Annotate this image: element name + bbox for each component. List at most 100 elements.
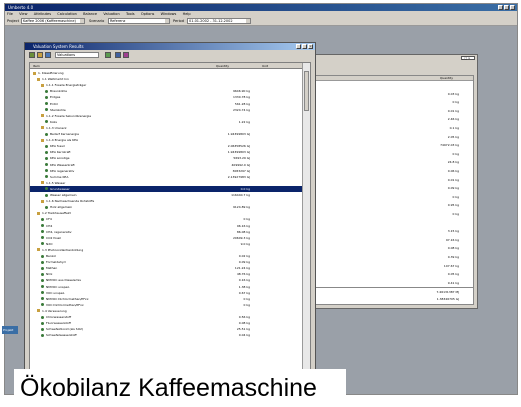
minimize-icon[interactable] — [498, 5, 503, 10]
tree-folder-row[interactable]: 1.1 Weltmarkt Inn — [30, 76, 302, 82]
tree-folder-row[interactable]: 1.3 Photooxidantienbildung — [30, 247, 302, 253]
menu-options[interactable]: Options — [141, 12, 155, 16]
menu-help[interactable]: Help — [183, 12, 191, 16]
minimized-project-window[interactable]: Projekt — [2, 326, 18, 334]
tree-folder-row[interactable]: 1.1.1 Fossile Energieträger — [30, 82, 302, 88]
scrollbar-thumb[interactable] — [304, 71, 309, 111]
row-label: KEA Kernkraft — [45, 149, 71, 155]
tree-item-row[interactable]: KEA sonstige 5693.29 GJ — [30, 155, 302, 161]
tree-folder-row[interactable]: 1.1.5 Wasser — [30, 180, 302, 186]
tree-item-row[interactable]: Benzol 0.02 kg — [30, 253, 302, 259]
chevron-down-icon[interactable] — [165, 19, 169, 23]
tree-item-row[interactable]: VOC Dichlormethan/PFxx 0 kg — [30, 302, 302, 308]
tree-folder-row[interactable]: 1.2 Treibhauseffekt — [30, 210, 302, 216]
menu-windows[interactable]: Windows — [161, 12, 177, 16]
tree-item-row[interactable]: Schwefelwasserstoff 0.04 kg — [30, 332, 302, 338]
menu-balance[interactable]: Balance — [83, 12, 97, 16]
tree-item-row[interactable]: Koks 1.22 kg — [30, 119, 302, 125]
tree-folder-row[interactable]: 1. Klassifizierung — [30, 70, 302, 76]
tree-folder-row[interactable]: 1.1.6 Nachwachsende Rohstoffe — [30, 198, 302, 204]
row-quantity: 0.0 kg — [240, 186, 250, 191]
row-label: NOx — [41, 271, 52, 277]
valuation-select[interactable]: Valuations — [55, 52, 99, 58]
valuation-results-window[interactable]: Valuation System Results × Valuations It… — [24, 42, 316, 387]
close-icon[interactable]: × — [308, 44, 313, 49]
project-select[interactable]: Kaffee 2006 (Kaffeemaschine) — [21, 18, 85, 24]
export-icon[interactable] — [123, 52, 129, 58]
tree-view-icon[interactable] — [29, 52, 35, 58]
tree-item-row[interactable]: NOx 48.76 kg — [30, 271, 302, 277]
maximize-icon[interactable] — [504, 5, 509, 10]
tree-item-row[interactable]: Erdgas 1330.78 kg — [30, 94, 302, 100]
tree-item-row[interactable]: CH4 96.16 kg — [30, 223, 302, 229]
row-label: Erdgas — [45, 94, 60, 100]
row-label: 1.4 Versauerung — [37, 308, 67, 314]
tree-item-row[interactable]: NMVOC aus Dieselemis 0.16 kg — [30, 277, 302, 283]
tree-item-row[interactable]: KEA Wasserkraft 409992.0 GJ — [30, 162, 302, 168]
row-label: Koks — [45, 119, 57, 125]
tree-item-row[interactable]: KEA regenerativ 3083297 GJ — [30, 168, 302, 174]
tree-item-row[interactable]: Fluorwasserstoff 0.08 kg — [30, 320, 302, 326]
tree-item-row[interactable]: N2O 9.0 kg — [30, 241, 302, 247]
minimize-icon[interactable] — [296, 44, 301, 49]
tree-item-row[interactable]: NMVOC unspez. 1.38 kg — [30, 284, 302, 290]
tree-item-row[interactable]: Holz allgemein 9124.89 kg — [30, 204, 302, 210]
tree-folder-row[interactable]: 1.4 Versauerung — [30, 308, 302, 314]
tree-item-row[interactable]: Schwefeldioxid (als SO2) 25.51 kg — [30, 326, 302, 332]
scenario-select[interactable]: Referenz — [108, 18, 170, 24]
quantity-column-header[interactable]: Quantity — [440, 76, 453, 81]
tree-item-row[interactable]: Wasser allgemein 116440.7 kg — [30, 192, 302, 198]
tree-item-row[interactable]: Methan 121.24 kg — [30, 265, 302, 271]
chevron-down-icon[interactable] — [80, 19, 84, 23]
tree-item-row[interactable]: NMVOC Dichlormethan/PFxx 0 kg — [30, 296, 302, 302]
row-label: CO2 fossil — [41, 235, 61, 241]
menu-tools[interactable]: Tools — [126, 12, 135, 16]
folder-icon — [33, 71, 36, 75]
chevron-down-icon[interactable] — [246, 19, 250, 23]
menu-file[interactable]: File — [7, 12, 13, 16]
bullet-icon — [41, 224, 44, 227]
unit-column-header[interactable]: Unit — [262, 63, 268, 69]
tree-item-row[interactable]: Braunkohle 9646.90 kg — [30, 88, 302, 94]
row-label: 1.2 Treibhauseffekt — [37, 210, 71, 216]
vertical-scrollbar[interactable] — [302, 63, 310, 382]
window-controls-icon[interactable]: _ □ x — [461, 56, 475, 60]
chart-icon[interactable] — [105, 52, 111, 58]
tree-item-row[interactable]: CF4 0 kg — [30, 216, 302, 222]
quantity-column-header[interactable]: Quantity — [216, 63, 229, 69]
tree-item-row[interactable]: Summe KEA 2.13927983 GJ — [30, 174, 302, 180]
table-icon[interactable] — [45, 52, 51, 58]
tree-item-row[interactable]: Chlorwasserstoff 0.56 kg — [30, 314, 302, 320]
tree-item-row[interactable]: Grundwasser 0.0 kg — [30, 185, 302, 192]
tree-item-row[interactable]: Bedarf Kernenergie 1.94399803 GJ — [30, 131, 302, 137]
folder-icon[interactable] — [37, 52, 43, 58]
menu-valuation[interactable]: Valuation — [103, 12, 119, 16]
save-icon[interactable] — [115, 52, 121, 58]
row-quantity: 86.08 kg — [236, 229, 250, 234]
folder-icon — [41, 83, 44, 87]
tree-item-row[interactable]: CO2 fossil 20609.3 kg — [30, 235, 302, 241]
bullet-icon — [41, 230, 44, 234]
tree-item-row[interactable]: Erdöl 561.28 kg — [30, 101, 302, 107]
tree-item-row[interactable]: CH4, regenerativ 86.08 kg — [30, 229, 302, 235]
tree-folder-row[interactable]: 1.1.4 Energie als KEA — [30, 137, 302, 143]
period-select[interactable]: 01.01.2002 - 31.12.2002 — [187, 18, 251, 24]
menu-attributes[interactable]: Attributes — [34, 12, 51, 16]
row-label: Steinkohle — [45, 107, 66, 113]
bullet-icon — [45, 156, 48, 160]
maximize-icon[interactable] — [302, 44, 307, 49]
menu-view[interactable]: View — [19, 12, 27, 16]
menu-calculation[interactable]: Calculation — [57, 12, 77, 16]
tree-item-row[interactable]: VOC unspez. 0.67 kg — [30, 290, 302, 296]
row-label: CH4 — [41, 223, 52, 229]
close-icon[interactable] — [510, 5, 515, 10]
tree-folder-row[interactable]: 1.1.3 Uranerz — [30, 125, 302, 131]
tree-folder-row[interactable]: 1.1.2 Fossile Sekundärenergie — [30, 113, 302, 119]
folder-icon — [41, 138, 44, 142]
tree-item-row[interactable]: KEA fossil 2.06358526 GJ — [30, 143, 302, 149]
tree-item-row[interactable]: Steinkohle 2324.74 kg — [30, 107, 302, 113]
tree-item-row[interactable]: Formaldehyd 0.09 kg — [30, 259, 302, 265]
item-column-header[interactable]: Item — [33, 63, 40, 69]
tree-item-row[interactable]: KEA Kernkraft 1.94399803 GJ — [30, 149, 302, 155]
bullet-icon — [45, 95, 48, 99]
